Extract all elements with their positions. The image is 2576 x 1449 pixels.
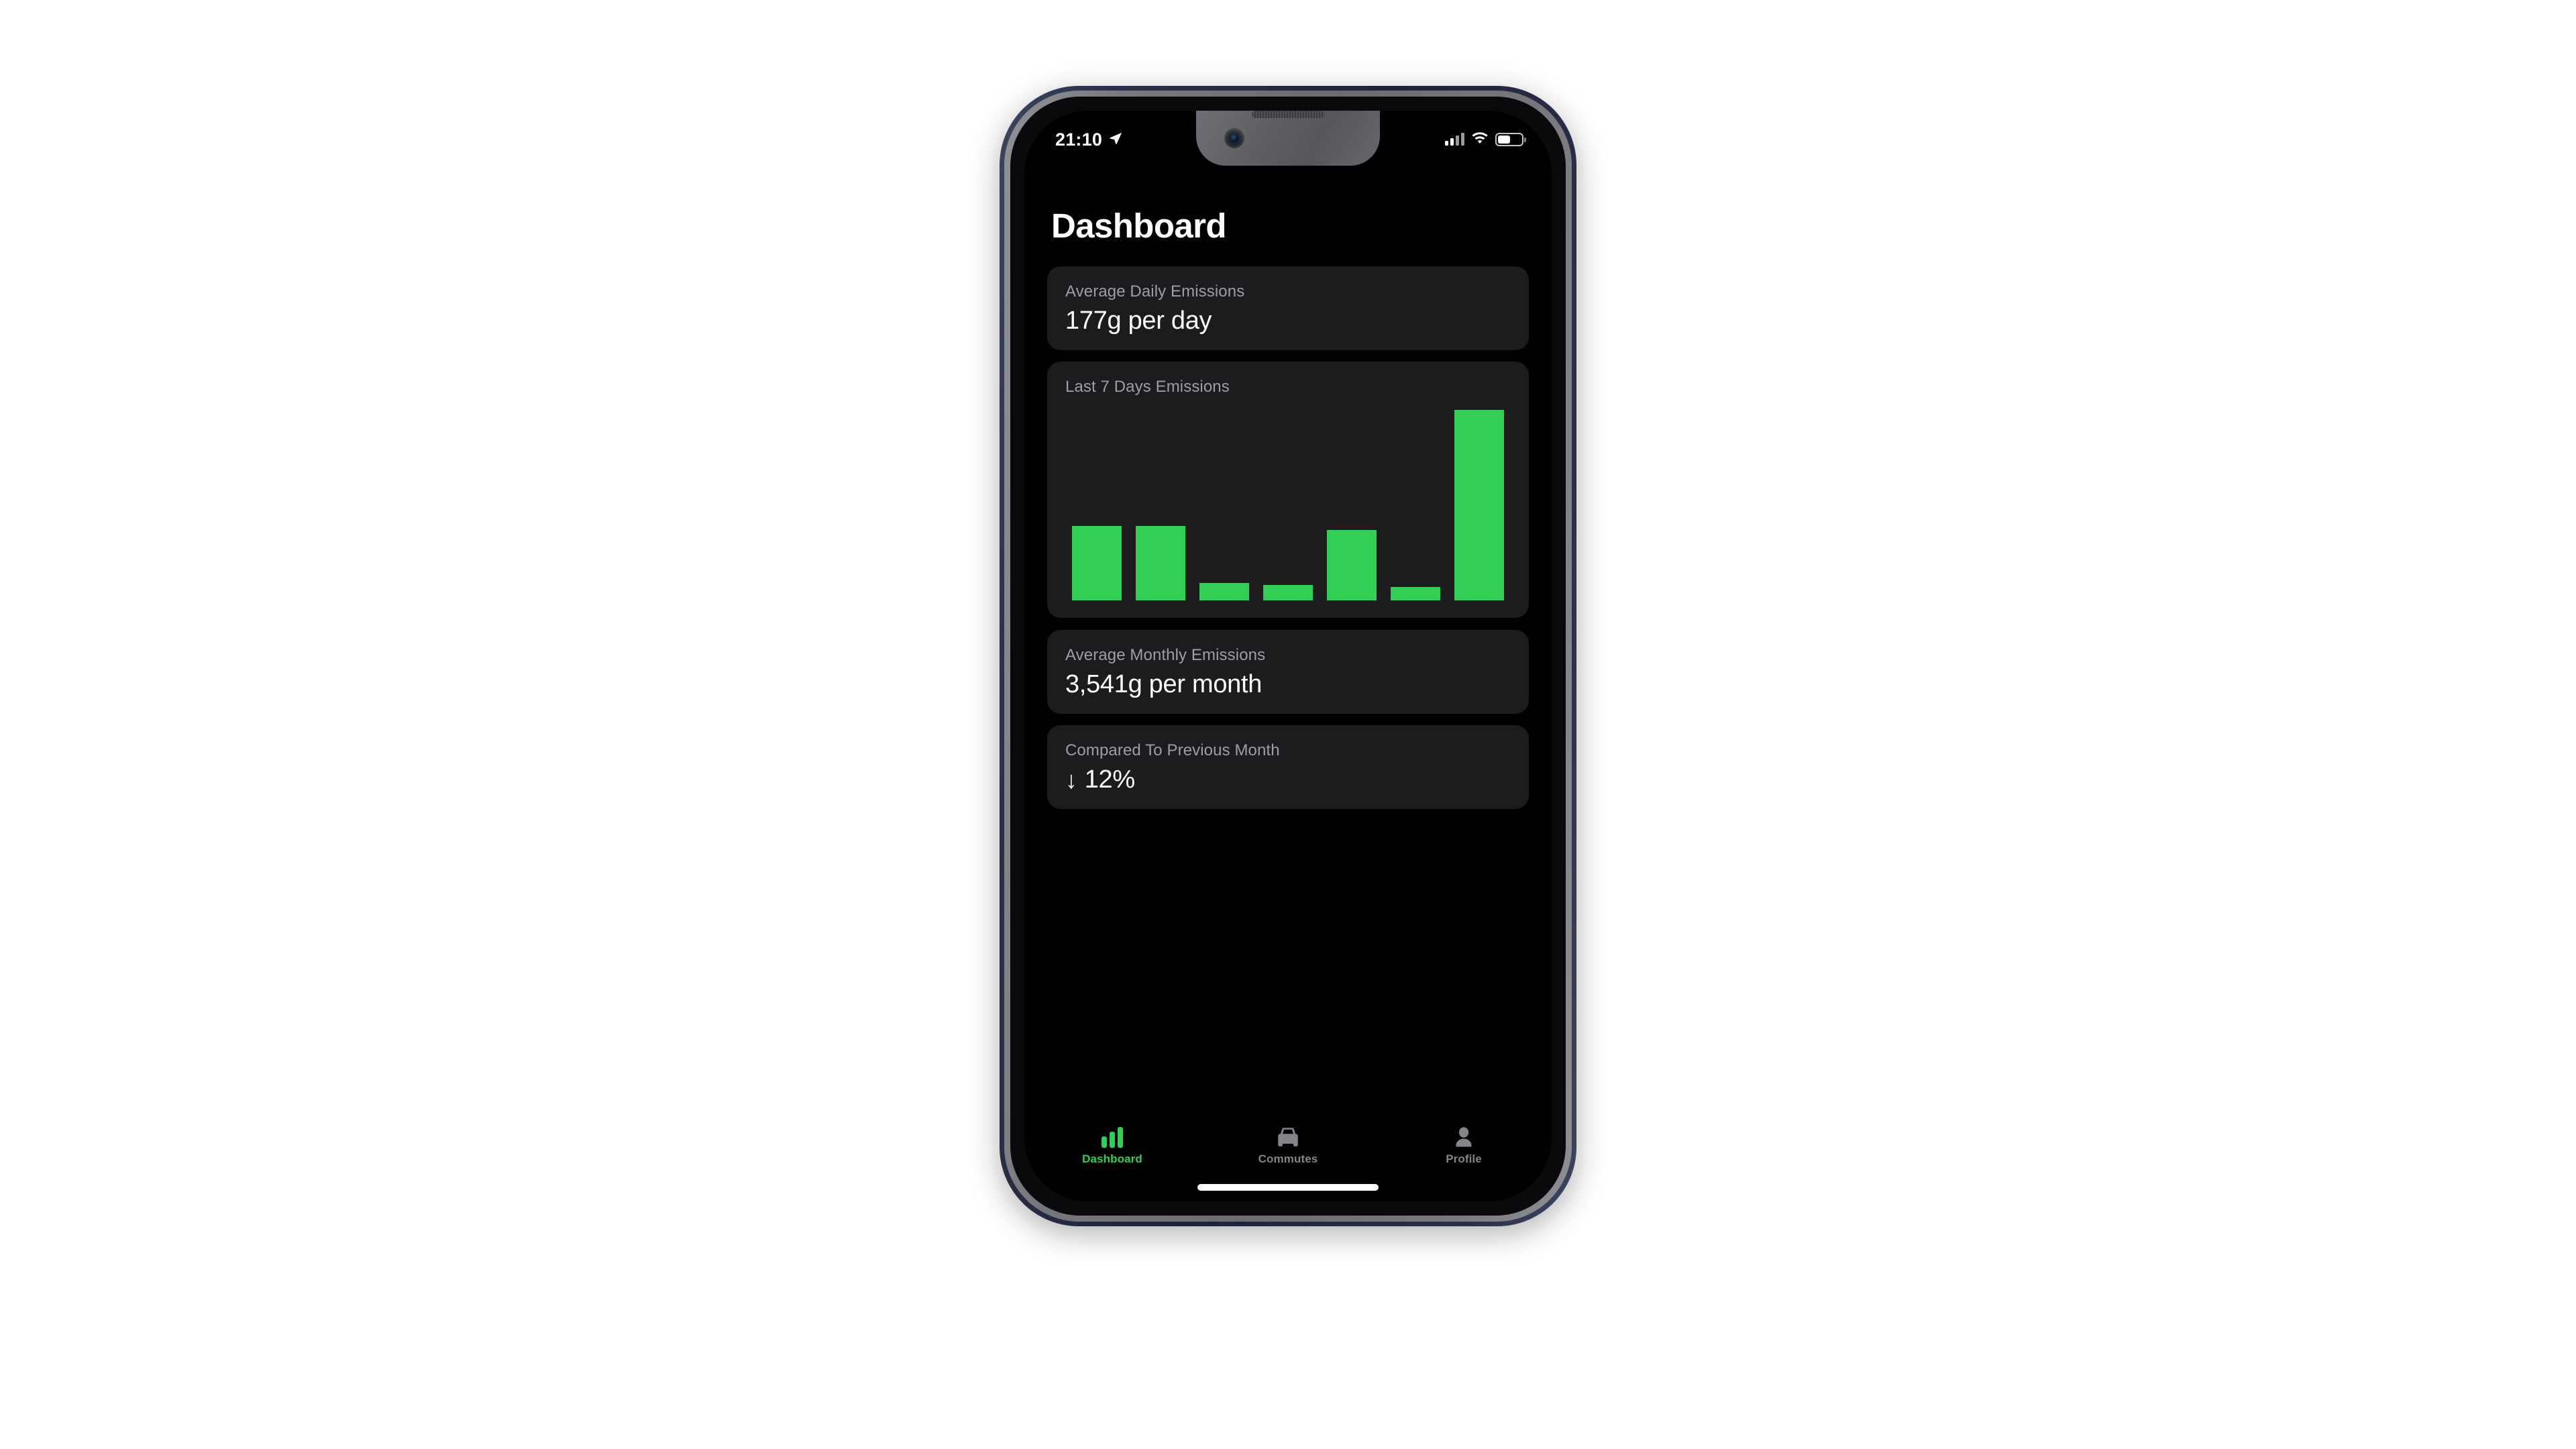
- car-icon: [1275, 1125, 1301, 1148]
- card-last-7-days-emissions[interactable]: Last 7 Days Emissions: [1047, 362, 1529, 618]
- bar-slot: [1065, 410, 1129, 600]
- bar-slot: [1256, 410, 1320, 600]
- card-label: Compared To Previous Month: [1065, 741, 1280, 759]
- bar-slot: [1129, 410, 1193, 600]
- wifi-icon: [1471, 131, 1489, 148]
- card-value-group: ↓ 12%: [1065, 765, 1135, 794]
- card-label: Average Monthly Emissions: [1065, 646, 1266, 664]
- card-value: 12%: [1084, 765, 1135, 794]
- bar-slot: [1320, 410, 1383, 600]
- phone-bezel-inner: 21:10 Dashboard Average Daily Emissions …: [1010, 97, 1566, 1216]
- chart-bar: [1199, 583, 1250, 600]
- bar-slot: [1193, 410, 1256, 600]
- card-label: Last 7 Days Emissions: [1065, 378, 1230, 396]
- bar-chart-icon: [1102, 1125, 1123, 1148]
- card-average-monthly-emissions[interactable]: Average Monthly Emissions 3,541g per mon…: [1047, 630, 1529, 714]
- status-indicators: [1445, 131, 1526, 148]
- card-compared-to-previous-month[interactable]: Compared To Previous Month ↓ 12%: [1047, 725, 1529, 809]
- chart-bar: [1136, 526, 1186, 600]
- arrow-down-icon: ↓: [1065, 765, 1077, 794]
- front-camera-icon: [1224, 128, 1244, 148]
- tab-label: Commutes: [1258, 1152, 1318, 1165]
- speaker-grille-icon: [1252, 111, 1324, 118]
- phone-bezel: 21:10 Dashboard Average Daily Emissions …: [1004, 91, 1572, 1222]
- phone-screen: 21:10 Dashboard Average Daily Emissions …: [1024, 111, 1552, 1201]
- chart-bar: [1263, 585, 1313, 600]
- status-time: 21:10: [1055, 129, 1103, 150]
- page-title: Dashboard: [1051, 207, 1227, 245]
- status-time-group: 21:10: [1055, 129, 1123, 150]
- home-indicator[interactable]: [1197, 1184, 1379, 1191]
- chart-bar: [1454, 410, 1504, 600]
- card-average-daily-emissions[interactable]: Average Daily Emissions 177g per day: [1047, 266, 1529, 350]
- phone-frame: 21:10 Dashboard Average Daily Emissions …: [1000, 86, 1576, 1226]
- chart-bar: [1326, 529, 1377, 600]
- tab-profile[interactable]: Profile: [1376, 1125, 1552, 1166]
- tab-commutes[interactable]: Commutes: [1200, 1125, 1376, 1166]
- card-value: 177g per day: [1065, 307, 1212, 335]
- chart-bar: [1072, 526, 1122, 600]
- bar-slot: [1447, 410, 1511, 600]
- chart-bar: [1390, 587, 1440, 600]
- person-icon: [1454, 1125, 1474, 1148]
- card-value: 3,541g per month: [1065, 670, 1263, 698]
- cellular-signal-icon: [1445, 133, 1464, 146]
- location-arrow-icon: [1108, 131, 1123, 149]
- tab-dashboard[interactable]: Dashboard: [1024, 1125, 1200, 1166]
- notch: [1196, 111, 1380, 166]
- tab-label: Profile: [1446, 1152, 1482, 1165]
- bar-chart: [1065, 410, 1511, 600]
- card-label: Average Daily Emissions: [1065, 282, 1245, 301]
- bar-slot: [1383, 410, 1447, 600]
- battery-icon: [1495, 132, 1526, 146]
- app-content: Dashboard Average Daily Emissions 177g p…: [1024, 167, 1552, 1201]
- tab-label: Dashboard: [1082, 1152, 1142, 1165]
